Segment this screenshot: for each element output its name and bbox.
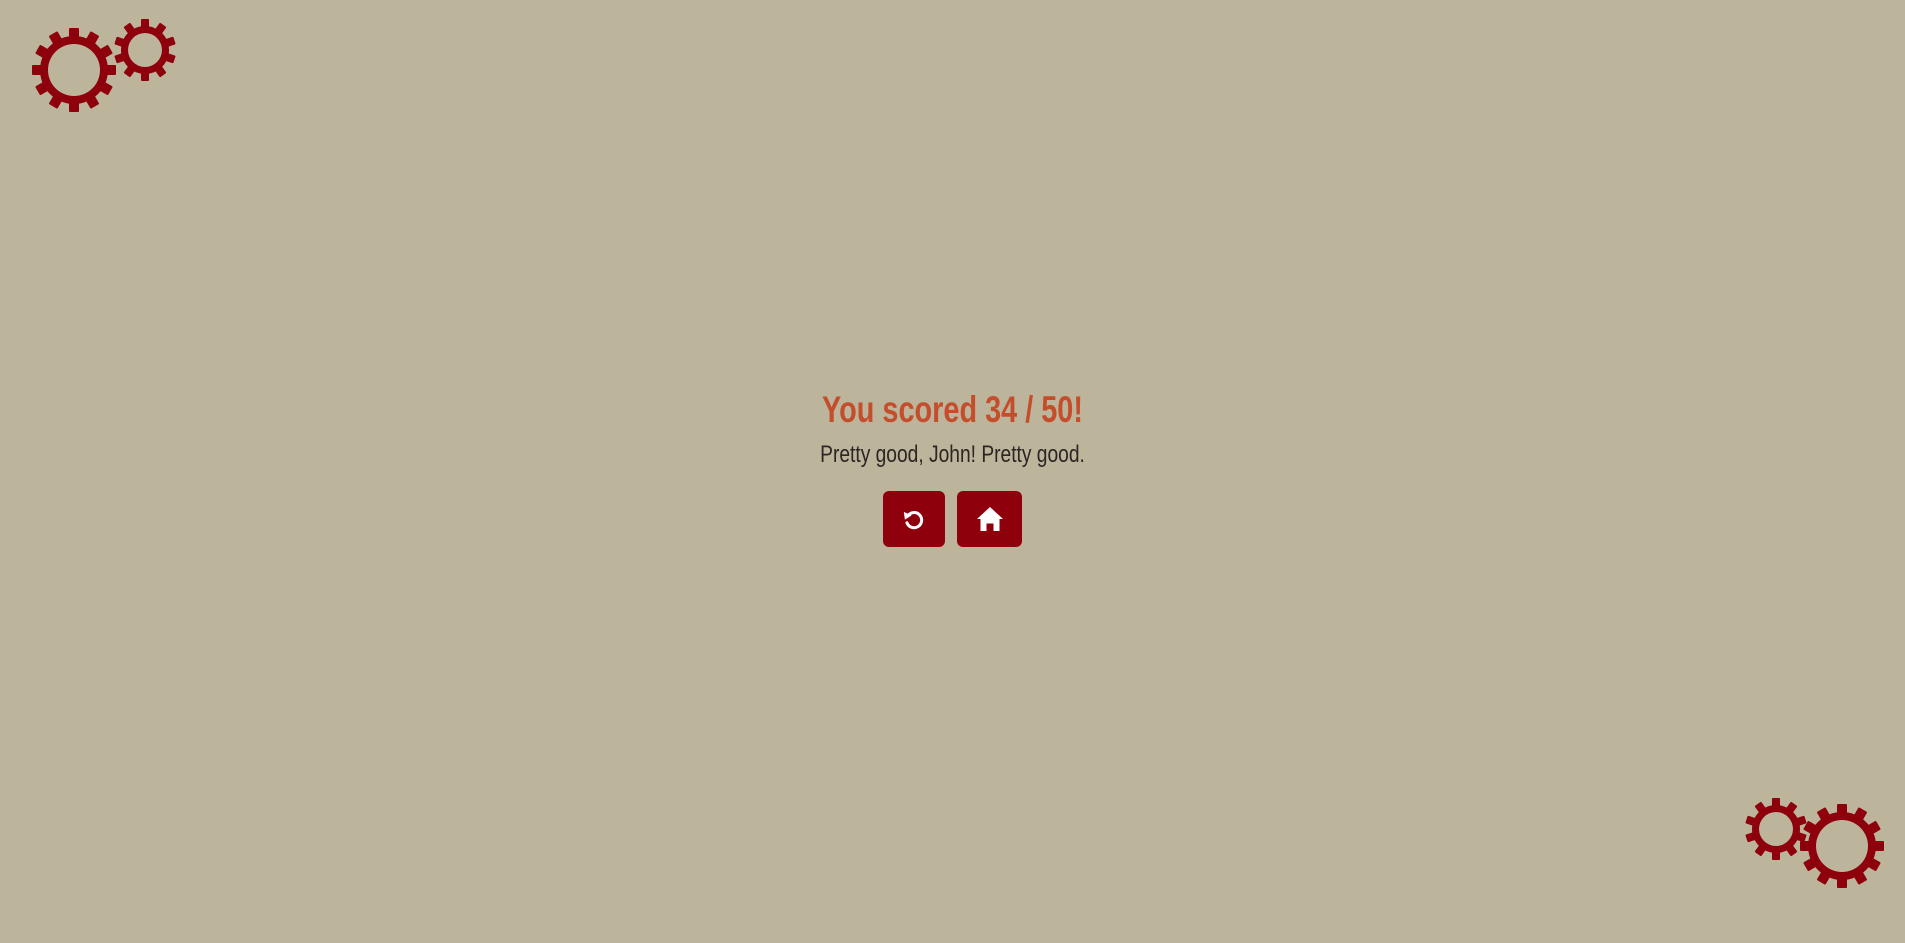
gears-icon-top-left bbox=[32, 14, 182, 114]
restart-button[interactable] bbox=[883, 491, 945, 547]
gears-icon-bottom-right bbox=[1740, 791, 1890, 891]
gear-icon-large bbox=[1800, 804, 1884, 888]
result-message: Pretty good, John! Pretty good. bbox=[820, 441, 1085, 468]
action-buttons bbox=[0, 491, 1905, 547]
gear-icon-small bbox=[1745, 798, 1807, 860]
home-button[interactable] bbox=[957, 491, 1022, 547]
gear-icon-small bbox=[114, 19, 176, 81]
result-panel: You scored 34 / 50! Pretty good, John! P… bbox=[0, 382, 1905, 547]
gear-icon-large bbox=[32, 28, 116, 112]
restart-icon bbox=[903, 511, 924, 530]
score-heading: You scored 34 / 50! bbox=[822, 389, 1083, 430]
home-icon bbox=[976, 507, 1003, 531]
